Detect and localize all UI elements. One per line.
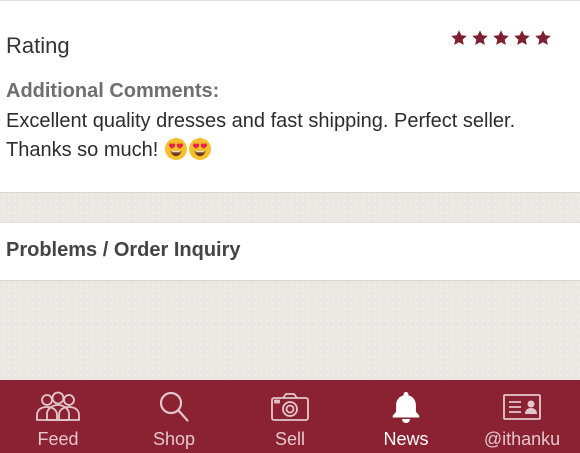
profile-card-icon	[502, 390, 542, 424]
star-icon	[471, 29, 489, 47]
bell-icon	[390, 390, 422, 424]
search-icon	[157, 390, 191, 424]
tab-sell-label: Sell	[274, 429, 305, 449]
star-rating	[450, 29, 552, 47]
tab-profile-label: @ithanku	[483, 429, 561, 449]
star-icon	[534, 29, 552, 47]
tab-news[interactable]: News	[348, 380, 464, 453]
tab-shop[interactable]: Shop	[116, 380, 232, 453]
tab-shop-label: Shop	[152, 429, 196, 449]
rating-label: Rating	[6, 33, 70, 58]
comments-body: Excellent quality dresses and fast shipp…	[6, 107, 576, 165]
heart-eyes-emoji-icon	[188, 137, 212, 161]
comments-title: Additional Comments:	[6, 80, 220, 102]
comments-text: Excellent quality dresses and fast shipp…	[6, 110, 516, 161]
rating-card: Rating Additional Comments: Excellent qu…	[0, 0, 580, 193]
tab-profile[interactable]: @ithanku	[464, 380, 580, 453]
people-icon	[33, 390, 83, 424]
heart-eyes-emoji-icon	[164, 137, 188, 161]
problems-order-inquiry-row[interactable]: Problems / Order Inquiry	[0, 222, 580, 281]
star-icon	[492, 29, 510, 47]
bottom-tab-bar: Feed Shop Sell News @ithanku	[0, 380, 580, 453]
tab-news-label: News	[383, 429, 429, 449]
tab-feed-label: Feed	[37, 429, 79, 449]
star-icon	[450, 29, 468, 47]
problems-order-inquiry-label: Problems / Order Inquiry	[6, 239, 241, 261]
tab-feed[interactable]: Feed	[0, 380, 116, 453]
camera-icon	[270, 390, 310, 424]
tab-sell[interactable]: Sell	[232, 380, 348, 453]
star-icon	[513, 29, 531, 47]
